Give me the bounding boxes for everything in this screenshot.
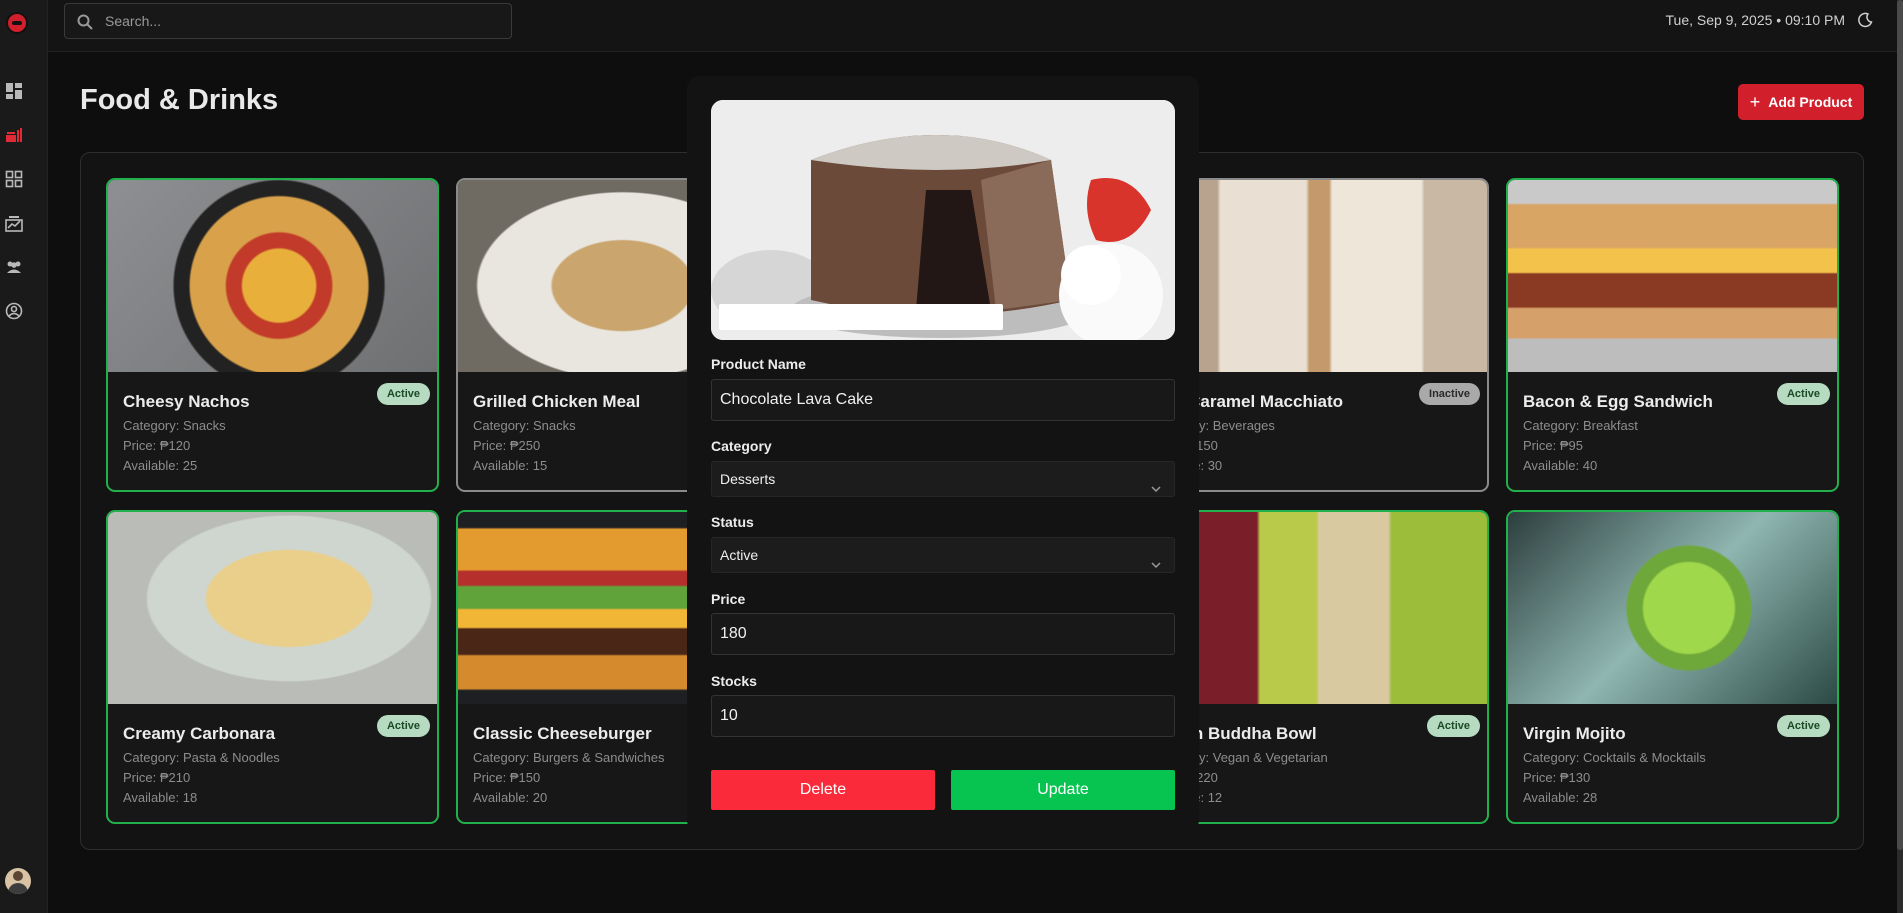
status-select-value: Active [720,547,759,563]
chevron-down-icon [1150,549,1162,569]
product-available: Available: 28 [1523,790,1598,805]
product-category: Category: Snacks [123,418,226,433]
product-available: Available: 18 [123,790,198,805]
product-price: Price: ₱150 [473,770,541,785]
top-bar: Tue, Sep 9, 2025 • 09:10 PM [48,0,1897,52]
product-card[interactable]: d Caramel Macchiato Inactive egory: Beve… [1156,178,1489,492]
add-product-label: Add Product [1768,94,1853,110]
product-image [1508,512,1837,704]
product-available: Available: 25 [123,458,198,473]
status-badge: Active [1426,715,1480,737]
product-image[interactable] [711,100,1175,340]
page-scrollbar[interactable] [1897,0,1903,913]
product-name: Classic Cheeseburger [473,724,652,743]
search-input[interactable] [105,4,505,38]
chevron-down-icon [1150,473,1162,493]
stocks-label: Stocks [711,673,757,689]
status-label: Status [711,514,754,530]
add-product-button[interactable]: + Add Product [1738,84,1864,120]
current-datetime: Tue, Sep 9, 2025 • 09:10 PM [1665,12,1846,28]
product-image [1158,180,1487,372]
product-price: Price: ₱250 [473,438,541,453]
product-name: Creamy Carbonara [123,724,276,743]
page-title: Food & Drinks [80,84,279,116]
product-available: Available: 40 [1523,458,1598,473]
price-input[interactable]: 180 [711,613,1175,655]
status-select[interactable]: Active [711,537,1175,573]
product-price: Price: ₱130 [1523,770,1591,785]
dashboard-icon[interactable] [5,82,23,100]
product-card[interactable]: Bacon & Egg Sandwich Active Category: Br… [1506,178,1839,492]
sidebar [0,0,48,913]
scrollbar-thumb[interactable] [1897,0,1903,850]
product-price: Price: ₱120 [123,438,191,453]
stocks-input[interactable]: 10 [711,695,1175,737]
product-available: Available: 15 [473,458,548,473]
product-name: Grilled Chicken Meal [473,392,641,411]
product-image [1158,512,1487,704]
product-price: Price: ₱210 [123,770,191,785]
price-label: Price [711,591,746,607]
account-icon[interactable] [5,302,23,320]
avatar[interactable] [5,868,31,894]
delete-button[interactable]: Delete [711,770,935,810]
product-image [1508,180,1837,372]
product-available: Available: 20 [473,790,548,805]
product-category: Category: Burgers & Sandwiches [473,750,665,765]
moon-icon[interactable] [1857,12,1873,28]
edit-product-modal: Product Name Chocolate Lava Cake Categor… [687,76,1199,832]
status-badge: Inactive [1419,383,1480,405]
category-select[interactable]: Desserts [711,461,1175,497]
product-name: Virgin Mojito [1523,724,1626,743]
image-caption-bar [719,304,1003,330]
product-category: Category: Pasta & Noodles [123,750,280,765]
product-name: Cheesy Nachos [123,392,250,411]
users-icon[interactable] [5,258,23,276]
status-badge: Active [1776,715,1830,737]
product-price: Price: ₱95 [1523,438,1583,453]
logo-icon[interactable] [6,12,28,34]
status-badge: Active [376,715,430,737]
chart-icon[interactable] [5,214,23,232]
plus-icon: + [1749,92,1761,112]
product-category: Category: Breakfast [1523,418,1638,433]
product-name-label: Product Name [711,356,806,372]
product-image [108,180,437,372]
category-select-value: Desserts [720,471,776,487]
product-image [108,512,437,704]
status-badge: Active [1776,383,1830,405]
product-name-input[interactable]: Chocolate Lava Cake [711,379,1175,421]
product-card[interactable]: Virgin Mojito Active Category: Cocktails… [1506,510,1839,824]
product-card[interactable]: Cheesy Nachos Active Category: Snacks Pr… [106,178,439,492]
search-icon [77,14,93,30]
product-name: Bacon & Egg Sandwich [1523,392,1713,411]
status-badge: Active [376,383,430,405]
product-card[interactable]: gan Buddha Bowl Active egory: Vegan & Ve… [1156,510,1489,824]
product-card[interactable]: Creamy Carbonara Active Category: Pasta … [106,510,439,824]
food-icon[interactable] [5,126,23,144]
search-box [64,3,512,39]
update-button[interactable]: Update [951,770,1175,810]
product-category: Category: Snacks [473,418,576,433]
product-category: Category: Cocktails & Mocktails [1523,750,1706,765]
category-label: Category [711,438,772,454]
grid-icon[interactable] [5,170,23,188]
